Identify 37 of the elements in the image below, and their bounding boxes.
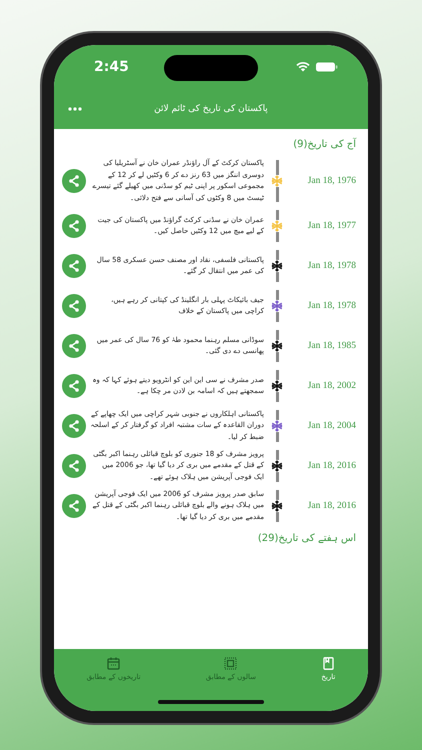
event-date: Jan 18, 1976 xyxy=(306,176,356,186)
more-icon[interactable] xyxy=(68,107,82,111)
section-heading: آج کی تاریخ(9) xyxy=(292,136,356,152)
share-button[interactable] xyxy=(62,254,86,278)
event-date: Jan 18, 1977 xyxy=(306,221,356,231)
share-icon xyxy=(68,460,80,472)
event-date: Jan 18, 1978 xyxy=(306,261,356,271)
battery-icon xyxy=(316,62,338,72)
share-icon xyxy=(68,500,80,512)
section-heading: اس ہفتے کی تاریخ(29) xyxy=(256,532,356,546)
event-date: Jan 18, 2016 xyxy=(306,461,356,471)
event-date: Jan 18, 1978 xyxy=(306,301,356,311)
chip-icon xyxy=(224,657,238,670)
screen-title: پاکستان کی تاریخ کی ٹائم لائن xyxy=(154,104,268,114)
share-button[interactable] xyxy=(62,414,86,438)
share-icon xyxy=(68,300,80,312)
share-icon xyxy=(68,380,80,392)
share-button[interactable] xyxy=(62,374,86,398)
book-icon xyxy=(322,657,335,670)
event-date: Jan 18, 2016 xyxy=(306,501,356,511)
event-date: Jan 18, 2002 xyxy=(306,381,356,391)
status-time: 2:45 xyxy=(94,59,129,75)
event-date: Jan 18, 2004 xyxy=(306,421,356,431)
share-icon xyxy=(68,175,80,187)
calendar-icon xyxy=(107,657,120,670)
share-button[interactable] xyxy=(62,494,86,518)
share-button[interactable] xyxy=(62,169,86,193)
share-icon xyxy=(68,340,80,352)
share-icon xyxy=(68,420,80,432)
share-icon xyxy=(68,260,80,272)
share-icon xyxy=(68,220,80,232)
event-date: Jan 18, 1985 xyxy=(306,341,356,351)
share-button[interactable] xyxy=(62,454,86,478)
wifi-icon xyxy=(296,62,310,72)
share-button[interactable] xyxy=(62,294,86,318)
share-button[interactable] xyxy=(62,334,86,358)
share-button[interactable] xyxy=(62,214,86,238)
